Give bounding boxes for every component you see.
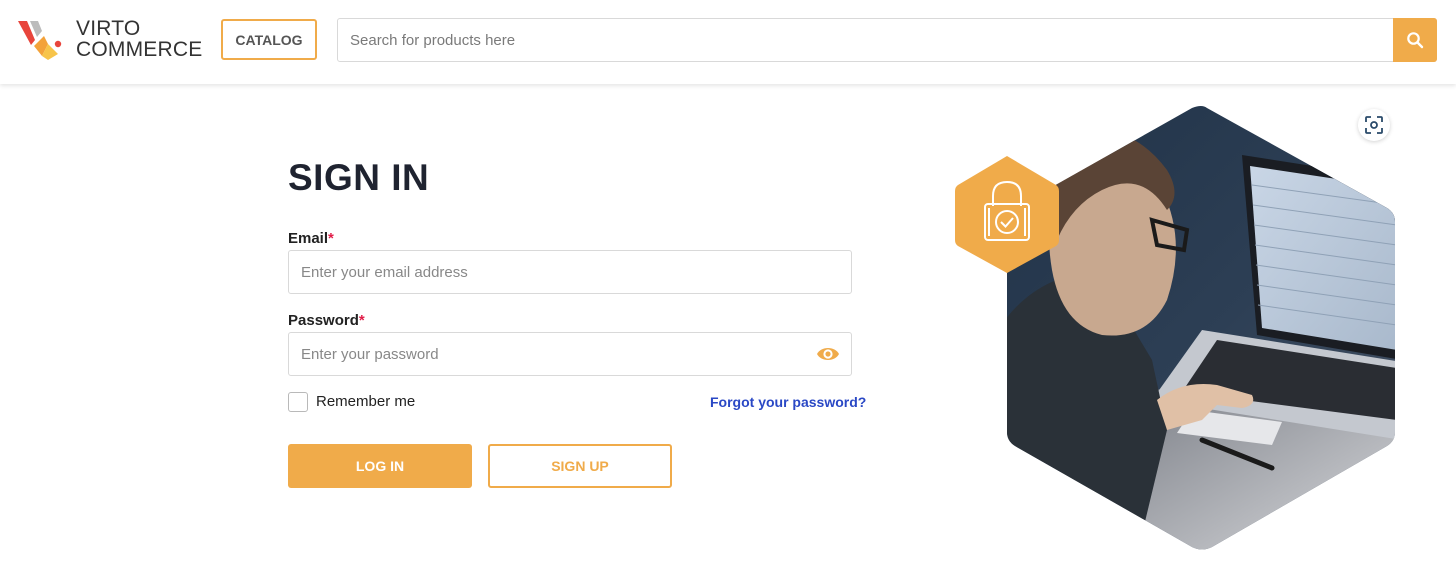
email-field[interactable] <box>288 250 852 294</box>
virto-logo-icon <box>18 21 62 60</box>
logo-line-1: VIRTO <box>76 17 141 40</box>
password-label: Password* <box>288 312 365 329</box>
search-bar <box>337 18 1437 62</box>
catalog-button[interactable]: CATALOG <box>221 19 317 60</box>
page-title: SIGN IN <box>288 157 430 198</box>
signup-button[interactable]: SIGN UP <box>488 444 672 488</box>
search-input[interactable] <box>338 19 1388 61</box>
login-button[interactable]: LOG IN <box>288 444 472 488</box>
remember-me-label[interactable]: Remember me <box>316 393 415 410</box>
screen-capture-icon <box>1365 116 1383 134</box>
search-icon <box>1407 32 1424 49</box>
required-mark: * <box>358 312 365 329</box>
logo-line-2: COMMERCE <box>76 38 203 61</box>
logo-text: VIRTO COMMERCE <box>76 18 202 60</box>
hero-image <box>955 106 1395 550</box>
forgot-password-link[interactable]: Forgot your password? <box>710 394 866 410</box>
password-field[interactable] <box>288 332 852 376</box>
required-mark: * <box>328 230 334 247</box>
remember-me-checkbox[interactable] <box>288 392 308 412</box>
email-label: Email* <box>288 230 334 247</box>
eye-icon[interactable] <box>816 344 840 364</box>
logo[interactable]: VIRTO COMMERCE <box>18 16 208 66</box>
screen-capture-button[interactable] <box>1358 109 1390 141</box>
search-button[interactable] <box>1393 18 1437 62</box>
header: VIRTO COMMERCE CATALOG <box>0 0 1456 84</box>
password-label-text: Password <box>288 312 359 329</box>
email-label-text: Email <box>288 230 329 247</box>
